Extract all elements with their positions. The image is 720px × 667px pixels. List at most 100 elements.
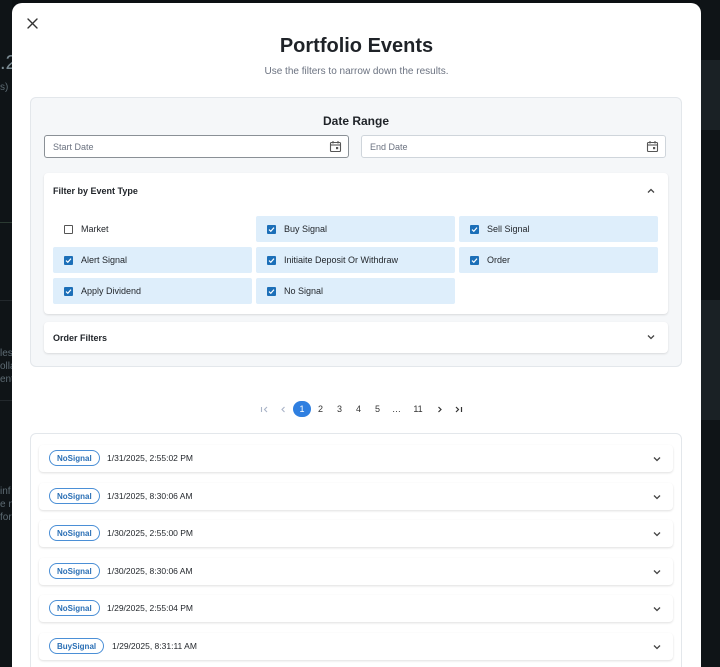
chevron-down-icon[interactable] bbox=[652, 454, 662, 464]
background-chart-line bbox=[0, 222, 12, 223]
page-button[interactable]: 2 bbox=[311, 401, 330, 417]
page-button[interactable]: 5 bbox=[368, 401, 387, 417]
option-label: Order bbox=[487, 255, 511, 265]
event-type-option-deposit-withdraw[interactable]: Initiaite Deposit Or Withdraw bbox=[256, 247, 455, 273]
background-panel bbox=[700, 60, 720, 130]
event-row[interactable]: NoSignal 1/30/2025, 2:55:00 PM bbox=[39, 520, 673, 547]
modal-subtitle: Use the filters to narrow down the resul… bbox=[264, 66, 449, 77]
option-label: Sell Signal bbox=[487, 224, 530, 234]
checkbox[interactable] bbox=[64, 224, 73, 234]
option-label: Initiaite Deposit Or Withdraw bbox=[284, 255, 399, 265]
portfolio-events-modal: Portfolio Events Use the filters to narr… bbox=[12, 3, 701, 667]
chevron-left-icon bbox=[281, 406, 285, 412]
event-type-option-sell-signal[interactable]: Sell Signal bbox=[459, 216, 658, 242]
option-label: Market bbox=[81, 224, 109, 234]
event-timestamp: 1/31/2025, 8:30:06 AM bbox=[107, 491, 193, 501]
page-button-current[interactable]: 1 bbox=[293, 401, 311, 417]
next-page-button[interactable] bbox=[430, 401, 449, 417]
checkbox-checked[interactable] bbox=[470, 255, 479, 265]
event-type-option-market[interactable]: Market bbox=[53, 216, 252, 242]
chevron-down-icon[interactable] bbox=[652, 492, 662, 502]
filters-panel: Date Range Start Date End Date Filter by… bbox=[30, 97, 682, 367]
last-page-button[interactable] bbox=[449, 401, 468, 417]
event-type-filter-header[interactable]: Filter by Event Type bbox=[53, 186, 138, 196]
calendar-icon[interactable] bbox=[329, 140, 342, 153]
event-row[interactable]: NoSignal 1/31/2025, 2:55:02 PM bbox=[39, 445, 673, 472]
previous-page-button[interactable] bbox=[274, 401, 293, 417]
event-type-filter-accordion: Filter by Event Type Market Buy Signal S… bbox=[44, 173, 668, 314]
event-row[interactable]: NoSignal 1/29/2025, 2:55:04 PM bbox=[39, 595, 673, 622]
check-icon bbox=[471, 257, 478, 263]
background-text: les bbox=[0, 348, 13, 359]
event-timestamp: 1/30/2025, 2:55:00 PM bbox=[107, 528, 194, 538]
checkbox-checked[interactable] bbox=[64, 286, 73, 296]
checkbox-checked[interactable] bbox=[267, 286, 276, 296]
chevron-down-icon[interactable] bbox=[652, 529, 662, 539]
page-button[interactable]: 4 bbox=[349, 401, 368, 417]
background-panel bbox=[700, 300, 720, 420]
page-button[interactable]: 3 bbox=[330, 401, 349, 417]
pagination: 1 2 3 4 5 … 11 bbox=[255, 401, 468, 417]
order-filters-header: Order Filters bbox=[53, 333, 108, 343]
event-type-badge: NoSignal bbox=[49, 525, 100, 541]
end-date-field[interactable]: End Date bbox=[361, 135, 666, 158]
first-page-icon bbox=[260, 406, 268, 412]
event-row[interactable]: BuySignal 1/29/2025, 8:31:11 AM bbox=[39, 633, 673, 660]
checkbox-checked[interactable] bbox=[267, 224, 276, 234]
event-type-badge: NoSignal bbox=[49, 450, 100, 466]
event-type-option-apply-dividend[interactable]: Apply Dividend bbox=[53, 278, 252, 304]
check-icon bbox=[471, 226, 478, 232]
option-label: Alert Signal bbox=[81, 255, 128, 265]
event-timestamp: 1/29/2025, 2:55:04 PM bbox=[107, 603, 194, 613]
event-row[interactable]: NoSignal 1/31/2025, 8:30:06 AM bbox=[39, 483, 673, 510]
events-list: NoSignal 1/31/2025, 2:55:02 PM NoSignal … bbox=[30, 433, 682, 667]
event-type-badge: BuySignal bbox=[49, 638, 105, 654]
page-button[interactable]: 11 bbox=[406, 401, 430, 417]
event-type-option-no-signal[interactable]: No Signal bbox=[256, 278, 455, 304]
event-timestamp: 1/30/2025, 8:30:06 AM bbox=[107, 566, 193, 576]
modal-title: Portfolio Events bbox=[279, 35, 434, 57]
check-icon bbox=[268, 257, 275, 263]
chevron-down-icon[interactable] bbox=[652, 604, 662, 614]
event-type-badge: NoSignal bbox=[49, 488, 100, 504]
chevron-up-icon[interactable] bbox=[646, 186, 656, 196]
checkbox-checked[interactable] bbox=[470, 224, 479, 234]
background-app-left: .2 s) les olla ent inf e n for bbox=[0, 0, 17, 667]
first-page-button[interactable] bbox=[255, 401, 274, 417]
start-date-field[interactable]: Start Date bbox=[44, 135, 349, 158]
check-icon bbox=[268, 288, 275, 294]
order-filters-accordion[interactable]: Order Filters bbox=[44, 322, 668, 353]
option-label: No Signal bbox=[284, 286, 324, 296]
page-ellipsis: … bbox=[392, 404, 401, 414]
check-icon bbox=[268, 226, 275, 232]
background-divider bbox=[0, 300, 12, 301]
option-label: Buy Signal bbox=[284, 224, 328, 234]
close-button[interactable] bbox=[24, 15, 40, 31]
chevron-down-icon[interactable] bbox=[652, 642, 662, 652]
background-text: s) bbox=[0, 82, 9, 93]
background-text: inf bbox=[0, 486, 11, 497]
event-type-badge: NoSignal bbox=[49, 563, 100, 579]
chevron-down-icon[interactable] bbox=[652, 567, 662, 577]
check-icon bbox=[65, 257, 72, 263]
event-type-option-alert-signal[interactable]: Alert Signal bbox=[53, 247, 252, 273]
event-timestamp: 1/31/2025, 2:55:02 PM bbox=[107, 453, 194, 463]
last-page-icon bbox=[455, 406, 463, 412]
checkbox-checked[interactable] bbox=[64, 255, 73, 265]
calendar-icon[interactable] bbox=[646, 140, 659, 153]
close-icon bbox=[26, 17, 38, 29]
checkbox-checked[interactable] bbox=[267, 255, 276, 265]
start-date-placeholder: Start Date bbox=[53, 141, 94, 152]
background-text: for bbox=[0, 512, 12, 523]
event-timestamp: 1/29/2025, 8:31:11 AM bbox=[112, 641, 197, 651]
option-label: Apply Dividend bbox=[81, 286, 142, 296]
background-app-right bbox=[700, 0, 720, 667]
check-icon bbox=[65, 288, 72, 294]
event-row[interactable]: NoSignal 1/30/2025, 8:30:06 AM bbox=[39, 558, 673, 585]
event-type-option-buy-signal[interactable]: Buy Signal bbox=[256, 216, 455, 242]
chevron-right-icon bbox=[438, 406, 442, 412]
chevron-down-icon[interactable] bbox=[646, 332, 656, 342]
event-type-option-order[interactable]: Order bbox=[459, 247, 658, 273]
date-range-title: Date Range bbox=[322, 114, 390, 128]
event-type-badge: NoSignal bbox=[49, 600, 100, 616]
